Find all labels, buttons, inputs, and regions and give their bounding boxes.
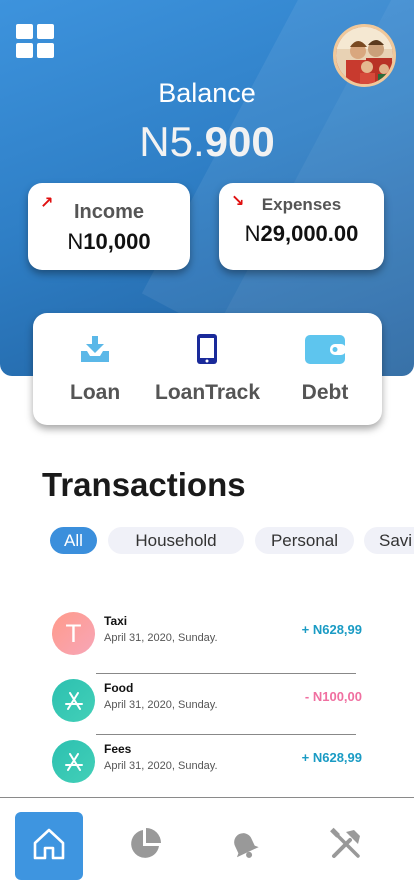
transaction-row[interactable]: Fees April 31, 2020, Sunday. + N628,99 xyxy=(52,734,372,788)
filter-chips: All Household Personal Savi xyxy=(50,527,414,555)
transaction-name: Fees xyxy=(104,742,132,756)
expenses-card[interactable]: ↘ Expenses N29,000.00 xyxy=(219,183,384,270)
balance-prefix: N5. xyxy=(139,118,205,165)
action-loantrack[interactable]: LoanTrack xyxy=(155,333,261,405)
transaction-name: Food xyxy=(104,681,134,695)
bottom-nav xyxy=(0,797,414,894)
divider xyxy=(96,734,356,735)
action-loan-label: Loan xyxy=(70,381,121,404)
transaction-name: Taxi xyxy=(104,614,128,628)
download-tray-icon xyxy=(79,336,111,369)
transaction-amount: + N628,99 xyxy=(301,622,362,637)
transaction-date: April 31, 2020, Sunday. xyxy=(104,760,218,772)
home-icon xyxy=(31,826,67,866)
transactions-title: Transactions xyxy=(42,466,246,503)
nav-stats[interactable] xyxy=(111,812,179,880)
balance-decimal: 900 xyxy=(204,118,275,165)
pie-chart-icon xyxy=(127,826,163,866)
transaction-row[interactable]: Food April 31, 2020, Sunday. - N100,00 xyxy=(52,673,372,727)
transaction-amount: - N100,00 xyxy=(304,689,362,704)
action-debt-label: Debt xyxy=(301,381,349,404)
income-amount: 10,000 xyxy=(83,229,151,254)
tools-icon xyxy=(328,826,364,866)
income-label: Income xyxy=(73,201,145,223)
action-loantrack-label: LoanTrack xyxy=(155,381,261,404)
filter-savings[interactable]: Savi xyxy=(364,527,414,554)
expenses-currency: N xyxy=(244,221,261,246)
transaction-amount: + N628,99 xyxy=(301,750,362,765)
phone-icon xyxy=(195,334,219,369)
expenses-value: N29,000.00 xyxy=(219,221,384,247)
transaction-initial: T xyxy=(66,619,81,648)
app-store-icon xyxy=(52,740,95,783)
transaction-initial-avatar: T xyxy=(52,612,95,655)
filter-all[interactable]: All xyxy=(50,527,97,554)
filter-household[interactable]: Household xyxy=(108,527,244,554)
transaction-row[interactable]: T Taxi April 31, 2020, Sunday. + N628,99 xyxy=(52,612,372,660)
income-currency: N xyxy=(67,229,84,254)
transaction-date: April 31, 2020, Sunday. xyxy=(104,699,218,711)
action-debt[interactable]: Debt xyxy=(299,333,351,405)
income-value: N10,000 xyxy=(28,229,190,255)
nav-home[interactable] xyxy=(15,812,83,880)
divider xyxy=(96,673,356,674)
balance-label: Balance xyxy=(158,78,256,108)
balance-amount: N5.900 xyxy=(0,118,414,166)
income-card[interactable]: ↗ Income N10,000 xyxy=(28,183,190,270)
nav-tools[interactable] xyxy=(312,812,380,880)
quick-actions-card: Loan LoanTrack Debt xyxy=(33,313,382,425)
wallet-icon xyxy=(304,335,346,369)
action-loan[interactable]: Loan xyxy=(70,333,120,405)
transaction-date: April 31, 2020, Sunday. xyxy=(104,632,218,644)
expenses-amount: 29,000.00 xyxy=(260,221,359,246)
expenses-label: Expenses xyxy=(261,195,342,214)
filter-personal[interactable]: Personal xyxy=(255,527,354,554)
nav-notifications[interactable] xyxy=(210,812,278,880)
app-store-icon xyxy=(52,679,95,722)
grid-menu-icon[interactable] xyxy=(16,24,56,58)
bell-icon xyxy=(226,826,262,866)
